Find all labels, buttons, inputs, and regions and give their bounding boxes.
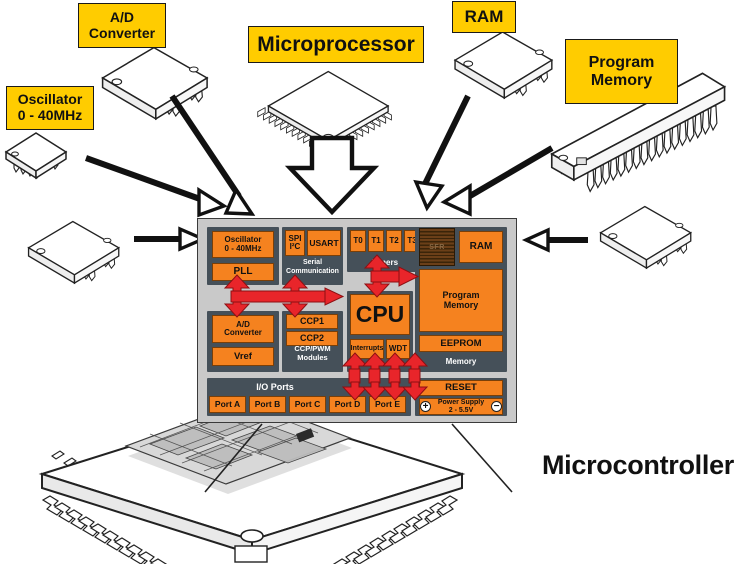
block-sfr-label: SFR [429, 243, 445, 251]
block-reset-label: RESET [445, 382, 477, 394]
block-ccp1-label: CCP1 [299, 315, 324, 326]
arrow-right-chip-to-die [521, 227, 588, 253]
block-port-e-label: Port E [374, 399, 401, 410]
serial-communication-label-line2: Communication [286, 268, 339, 275]
block-wdt-label: WDT [388, 343, 408, 353]
block-vref-label: Vref [234, 350, 252, 362]
block-timer-t2-label: T2 [389, 235, 399, 245]
die-inner: Oscillator 0 - 40MHz PLL Serial Communic… [203, 223, 511, 416]
block-program-memory: Program Memory [419, 269, 503, 332]
label-ad-converter: A/D Converter [78, 3, 166, 48]
block-port-d-label: Port D [334, 399, 361, 410]
block-timer-t2: T2 [386, 230, 402, 252]
arrow-program-memory-to-die [440, 145, 554, 217]
diagram-canvas: Oscillator 0 - 40MHz A/D Converter Micro… [0, 0, 740, 564]
label-program-memory: Program Memory [565, 39, 678, 104]
label-ram-text: RAM [464, 7, 504, 27]
block-usart: USART [307, 230, 341, 256]
label-ad-converter-line2: Converter [88, 24, 156, 41]
block-cpu-label: CPU [355, 300, 405, 327]
power-plus-icon: + [420, 401, 431, 412]
arrow-left-chip-to-die [134, 226, 208, 252]
block-port-c-label: Port C [294, 399, 321, 410]
block-cpu: CPU [350, 294, 410, 335]
label-ram: RAM [452, 1, 516, 33]
die-to-package-leaders [204, 423, 513, 493]
label-microprocessor: Microprocessor [248, 26, 424, 63]
power-plus-label: + [422, 400, 429, 412]
label-oscillator-line2: 0 - 40MHz [17, 107, 83, 123]
block-vref: Vref [212, 347, 274, 366]
timers-group-label: Timers [371, 258, 399, 267]
label-program-memory-line2: Memory [590, 71, 653, 89]
block-usart-label: USART [309, 237, 339, 248]
block-timer-t1-label: T1 [371, 235, 381, 245]
block-oscillator-line2: 0 - 40MHz [224, 243, 262, 253]
block-eeprom-label: EEPROM [440, 337, 482, 349]
arrow-oscillator-to-die [84, 155, 228, 218]
block-ccp2-label: CCP2 [299, 332, 324, 343]
block-port-b: Port B [249, 396, 286, 413]
label-ad-converter-line1: A/D [109, 8, 135, 25]
block-pll-label: PLL [233, 265, 253, 277]
block-port-b-label: Port B [254, 399, 281, 410]
label-oscillator: Oscillator 0 - 40MHz [6, 86, 94, 130]
block-port-e: Port E [369, 396, 406, 413]
block-port-a-label: Port A [214, 399, 241, 410]
block-interrupts-label: Interrupts [350, 345, 384, 353]
serial-communication-label-line1: Serial [302, 259, 323, 266]
power-minus-label: − [493, 400, 500, 412]
block-wdt: WDT [386, 339, 410, 359]
block-reset: RESET [419, 380, 503, 396]
block-pll: PLL [212, 263, 274, 281]
block-port-c: Port C [289, 396, 326, 413]
block-port-d: Port D [329, 396, 366, 413]
block-eeprom: EEPROM [419, 335, 503, 352]
block-power-supply-line1: Power Supply [437, 399, 485, 407]
memory-group-label: Memory [445, 357, 477, 366]
ccp-pwm-label-line2: Modules [297, 353, 328, 362]
block-ram-label: RAM [469, 240, 493, 252]
block-sfr: SFR [419, 228, 455, 266]
block-power-supply-line2: 2 - 5.5V [448, 406, 474, 414]
ccp-pwm-label-line1: CCP/PWM [294, 344, 331, 353]
block-i2c-label: I²C [289, 242, 301, 251]
block-oscillator: Oscillator 0 - 40MHz [212, 231, 274, 258]
block-timer-t0: T0 [350, 230, 366, 252]
block-ram: RAM [459, 231, 503, 263]
block-ad-converter: A/D Converter [212, 315, 274, 343]
block-ccp2: CCP2 [286, 331, 338, 346]
block-timer-t1: T1 [368, 230, 384, 252]
block-timer-t0-label: T0 [353, 235, 363, 245]
label-program-memory-line1: Program [588, 53, 655, 71]
block-program-memory-line2: Memory [443, 299, 479, 310]
arrow-microprocessor-to-die [284, 135, 380, 216]
power-minus-icon: − [491, 401, 502, 412]
block-port-a: Port A [209, 396, 246, 413]
label-oscillator-line1: Oscillator [17, 91, 83, 108]
block-interrupts: Interrupts [350, 339, 384, 359]
block-spi-i2c: SPI I²C [285, 230, 305, 256]
io-ports-group-label: I/O Ports [256, 382, 294, 392]
block-ad-converter-line2: Converter [224, 328, 262, 337]
block-ccp1: CCP1 [286, 314, 338, 329]
label-microprocessor-text: Microprocessor [257, 32, 415, 56]
microcontroller-block-diagram: Oscillator 0 - 40MHz PLL Serial Communic… [197, 218, 517, 423]
